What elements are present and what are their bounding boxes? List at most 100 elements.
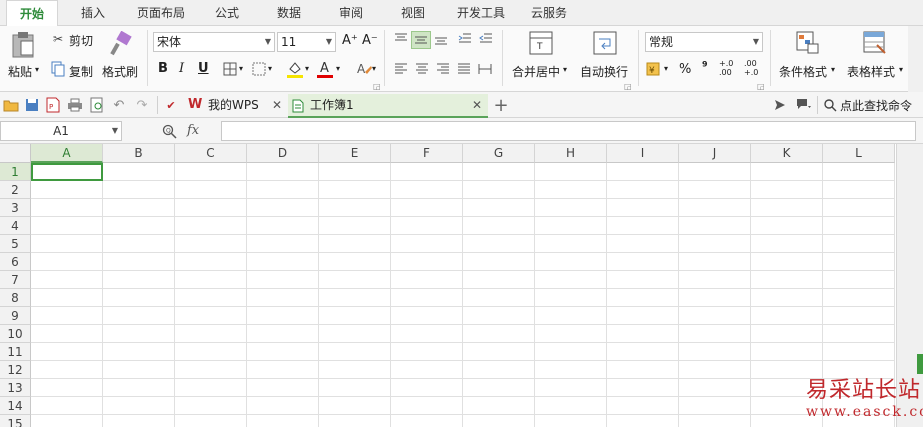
format-painter-button[interactable]: 格式刷 (102, 63, 138, 80)
number-dialog-launcher-icon[interactable]: ◲ (757, 82, 765, 91)
tab-cloud-services[interactable]: 云服务 (522, 0, 576, 26)
chevron-down-icon[interactable]: ▾ (664, 64, 668, 73)
row-header-7[interactable]: 7 (0, 271, 31, 289)
cell-b2[interactable] (103, 181, 175, 199)
cell-d2[interactable] (247, 181, 319, 199)
font-color-icon[interactable]: A (316, 59, 334, 79)
copy-button[interactable]: 复制 (69, 63, 93, 80)
search-command-button[interactable]: 点此查找命令 (840, 97, 912, 114)
cell-f15[interactable] (391, 415, 463, 427)
cell-i2[interactable] (607, 181, 679, 199)
cell-j3[interactable] (679, 199, 751, 217)
column-header-f[interactable]: F (391, 144, 463, 163)
row-header-2[interactable]: 2 (0, 181, 31, 199)
cell-i5[interactable] (607, 235, 679, 253)
cell-a4[interactable] (31, 217, 103, 235)
cell-h6[interactable] (535, 253, 607, 271)
cell-h5[interactable] (535, 235, 607, 253)
tab-formulas[interactable]: 公式 (200, 0, 254, 26)
cell-g5[interactable] (463, 235, 535, 253)
table-style-button[interactable]: 表格样式 (847, 63, 895, 80)
cell-a12[interactable] (31, 361, 103, 379)
cell-k7[interactable] (751, 271, 823, 289)
cell-k11[interactable] (751, 343, 823, 361)
fill-color-icon[interactable] (286, 59, 304, 79)
row-header-11[interactable]: 11 (0, 343, 31, 361)
tab-insert[interactable]: 插入 (66, 0, 120, 26)
cell-b9[interactable] (103, 307, 175, 325)
cell-k4[interactable] (751, 217, 823, 235)
cell-j5[interactable] (679, 235, 751, 253)
justify-icon[interactable] (455, 61, 473, 77)
row-header-4[interactable]: 4 (0, 217, 31, 235)
column-header-k[interactable]: K (751, 144, 823, 163)
cell-a7[interactable] (31, 271, 103, 289)
currency-icon[interactable]: ¥ (646, 60, 664, 78)
tab-home[interactable]: 开始 (6, 0, 58, 27)
cell-f12[interactable] (391, 361, 463, 379)
cell-b8[interactable] (103, 289, 175, 307)
cell-h7[interactable] (535, 271, 607, 289)
cell-c12[interactable] (175, 361, 247, 379)
increase-decimal-button[interactable]: +.0 .00 (719, 59, 741, 77)
cell-f2[interactable] (391, 181, 463, 199)
cell-f6[interactable] (391, 253, 463, 271)
cell-f13[interactable] (391, 379, 463, 397)
chevron-down-icon[interactable]: ▼ (112, 122, 118, 140)
cell-d7[interactable] (247, 271, 319, 289)
tab-review[interactable]: 审阅 (324, 0, 378, 26)
cell-f11[interactable] (391, 343, 463, 361)
align-bottom-icon[interactable] (432, 31, 450, 47)
cell-a11[interactable] (31, 343, 103, 361)
cell-e10[interactable] (319, 325, 391, 343)
cell-a8[interactable] (31, 289, 103, 307)
column-header-a[interactable]: A (31, 144, 103, 163)
cell-e12[interactable] (319, 361, 391, 379)
wrap-text-icon[interactable] (592, 29, 618, 57)
cell-f10[interactable] (391, 325, 463, 343)
cell-h9[interactable] (535, 307, 607, 325)
cell-g14[interactable] (463, 397, 535, 415)
cell-f4[interactable] (391, 217, 463, 235)
table-style-icon[interactable] (862, 29, 888, 57)
cell-b1[interactable] (103, 163, 175, 181)
cell-j9[interactable] (679, 307, 751, 325)
column-header-l[interactable]: L (823, 144, 895, 163)
cell-l8[interactable] (823, 289, 895, 307)
cell-l3[interactable] (823, 199, 895, 217)
increase-font-size-button[interactable]: A⁺ (342, 33, 358, 48)
chevron-down-icon[interactable]: ▾ (305, 64, 309, 73)
insert-function-button[interactable]: fx (187, 123, 199, 138)
save-icon[interactable] (24, 97, 40, 113)
cell-k2[interactable] (751, 181, 823, 199)
paste-button[interactable]: 粘贴 (8, 63, 32, 80)
font-size-select[interactable]: 11 ▼ (277, 32, 336, 52)
doc-tab-workbook[interactable]: 工作簿1 ✕ (288, 94, 488, 118)
cell-e11[interactable] (319, 343, 391, 361)
cell-f8[interactable] (391, 289, 463, 307)
cell-a14[interactable] (31, 397, 103, 415)
thousands-separator-button[interactable]: ⁹ (702, 60, 708, 75)
cell-l2[interactable] (823, 181, 895, 199)
cell-a3[interactable] (31, 199, 103, 217)
row-header-13[interactable]: 13 (0, 379, 31, 397)
cell-b10[interactable] (103, 325, 175, 343)
cell-k1[interactable] (751, 163, 823, 181)
underline-button[interactable]: U (198, 61, 209, 76)
cell-j10[interactable] (679, 325, 751, 343)
cell-b7[interactable] (103, 271, 175, 289)
tab-page-layout[interactable]: 页面布局 (126, 0, 196, 26)
cell-j11[interactable] (679, 343, 751, 361)
cell-a5[interactable] (31, 235, 103, 253)
tab-view[interactable]: 视图 (386, 0, 440, 26)
cell-k3[interactable] (751, 199, 823, 217)
cell-g10[interactable] (463, 325, 535, 343)
cell-c2[interactable] (175, 181, 247, 199)
cell-e13[interactable] (319, 379, 391, 397)
cell-f5[interactable] (391, 235, 463, 253)
align-top-icon[interactable] (392, 31, 410, 47)
cell-c6[interactable] (175, 253, 247, 271)
cell-k9[interactable] (751, 307, 823, 325)
column-header-c[interactable]: C (175, 144, 247, 163)
increase-indent-icon[interactable] (477, 31, 495, 47)
